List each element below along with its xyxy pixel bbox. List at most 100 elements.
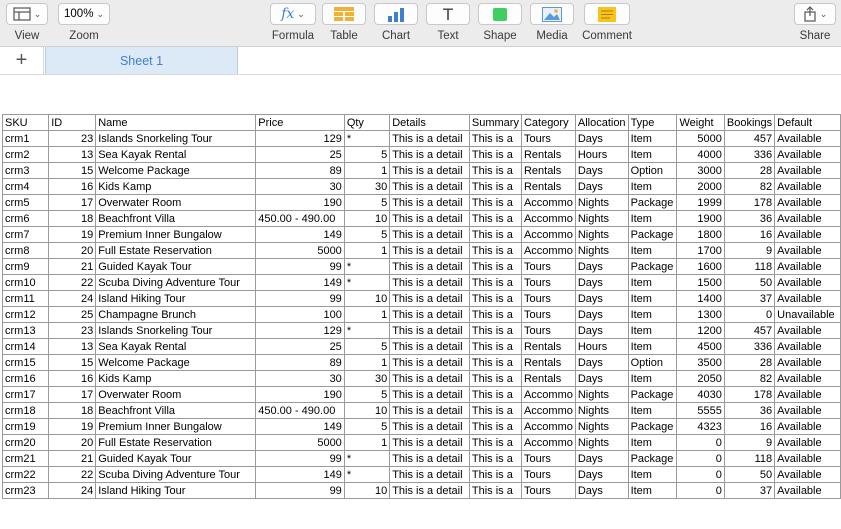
column-header-name[interactable]: Name bbox=[95, 114, 257, 131]
cell-type[interactable]: Item bbox=[627, 178, 678, 195]
cell-price[interactable]: 149 bbox=[255, 466, 345, 483]
cell-name[interactable]: Islands Snorkeling Tour bbox=[95, 322, 257, 339]
cell-sku[interactable]: crm13 bbox=[1, 322, 50, 339]
cell-details[interactable]: This is a detail bbox=[389, 274, 470, 291]
cell-bookings[interactable]: 118 bbox=[723, 450, 776, 467]
cell-price[interactable]: 5000 bbox=[255, 242, 345, 259]
cell-name[interactable]: Scuba Diving Adventure Tour bbox=[95, 466, 257, 483]
cell-id[interactable]: 16 bbox=[48, 178, 97, 195]
cell-weight[interactable]: 1800 bbox=[676, 226, 725, 243]
column-header-allocation[interactable]: Allocation bbox=[574, 114, 629, 131]
cell-weight[interactable]: 4500 bbox=[676, 338, 725, 355]
cell-category[interactable]: Accommo bbox=[520, 402, 576, 419]
cell-price[interactable]: 25 bbox=[255, 146, 345, 163]
cell-name[interactable]: Island Hiking Tour bbox=[95, 290, 257, 307]
cell-allocation[interactable]: Nights bbox=[574, 402, 629, 419]
cell-default[interactable]: Available bbox=[774, 418, 841, 435]
cell-summary[interactable]: This is a bbox=[468, 418, 522, 435]
cell-weight[interactable]: 0 bbox=[676, 466, 725, 483]
cell-category[interactable]: Accommo bbox=[520, 242, 576, 259]
cell-type[interactable]: Item bbox=[627, 130, 678, 147]
cell-bookings[interactable]: 16 bbox=[723, 226, 776, 243]
cell-default[interactable]: Available bbox=[774, 354, 841, 371]
cell-details[interactable]: This is a detail bbox=[389, 242, 470, 259]
add-sheet-button[interactable]: + bbox=[0, 47, 44, 74]
cell-name[interactable]: Island Hiking Tour bbox=[95, 482, 257, 499]
cell-summary[interactable]: This is a bbox=[468, 450, 522, 467]
cell-name[interactable]: Guided Kayak Tour bbox=[95, 450, 257, 467]
cell-name[interactable]: Full Estate Reservation bbox=[95, 242, 257, 259]
cell-name[interactable]: Premium Inner Bungalow bbox=[95, 418, 257, 435]
cell-type[interactable]: Package bbox=[627, 418, 678, 435]
cell-sku[interactable]: crm12 bbox=[1, 306, 50, 323]
cell-name[interactable]: Islands Snorkeling Tour bbox=[95, 130, 257, 147]
cell-summary[interactable]: This is a bbox=[468, 274, 522, 291]
cell-allocation[interactable]: Days bbox=[574, 322, 629, 339]
cell-allocation[interactable]: Hours bbox=[574, 338, 629, 355]
cell-weight[interactable]: 1500 bbox=[676, 274, 725, 291]
table-button[interactable] bbox=[322, 3, 366, 25]
cell-sku[interactable]: crm3 bbox=[1, 162, 50, 179]
cell-summary[interactable]: This is a bbox=[468, 466, 522, 483]
cell-summary[interactable]: This is a bbox=[468, 386, 522, 403]
cell-weight[interactable]: 5000 bbox=[676, 130, 725, 147]
cell-summary[interactable]: This is a bbox=[468, 338, 522, 355]
cell-qty[interactable]: 5 bbox=[343, 386, 391, 403]
cell-sku[interactable]: crm7 bbox=[1, 226, 50, 243]
cell-category[interactable]: Accommo bbox=[520, 194, 576, 211]
cell-sku[interactable]: crm10 bbox=[1, 274, 50, 291]
cell-details[interactable]: This is a detail bbox=[389, 450, 470, 467]
cell-details[interactable]: This is a detail bbox=[389, 482, 470, 499]
cell-details[interactable]: This is a detail bbox=[389, 306, 470, 323]
cell-name[interactable]: Full Estate Reservation bbox=[95, 434, 257, 451]
cell-summary[interactable]: This is a bbox=[468, 210, 522, 227]
cell-id[interactable]: 22 bbox=[48, 466, 97, 483]
cell-qty[interactable]: * bbox=[343, 274, 391, 291]
cell-price[interactable]: 25 bbox=[255, 338, 345, 355]
cell-qty[interactable]: * bbox=[343, 322, 391, 339]
cell-price[interactable]: 129 bbox=[255, 130, 345, 147]
cell-category[interactable]: Tours bbox=[520, 322, 576, 339]
cell-sku[interactable]: crm8 bbox=[1, 242, 50, 259]
cell-sku[interactable]: crm21 bbox=[1, 450, 50, 467]
cell-bookings[interactable]: 457 bbox=[723, 322, 776, 339]
cell-allocation[interactable]: Days bbox=[574, 162, 629, 179]
cell-weight[interactable]: 4000 bbox=[676, 146, 725, 163]
cell-price[interactable]: 450.00 - 490.00 bbox=[255, 402, 345, 419]
cell-sku[interactable]: crm20 bbox=[1, 434, 50, 451]
cell-summary[interactable]: This is a bbox=[468, 434, 522, 451]
cell-bookings[interactable]: 9 bbox=[723, 242, 776, 259]
cell-bookings[interactable]: 0 bbox=[723, 306, 776, 323]
cell-price[interactable]: 149 bbox=[255, 226, 345, 243]
cell-details[interactable]: This is a detail bbox=[389, 370, 470, 387]
cell-category[interactable]: Tours bbox=[520, 130, 576, 147]
cell-default[interactable]: Available bbox=[774, 338, 841, 355]
cell-allocation[interactable]: Days bbox=[574, 130, 629, 147]
cell-bookings[interactable]: 28 bbox=[723, 354, 776, 371]
chart-button[interactable] bbox=[374, 3, 418, 25]
cell-details[interactable]: This is a detail bbox=[389, 402, 470, 419]
cell-summary[interactable]: This is a bbox=[468, 146, 522, 163]
cell-qty[interactable]: 5 bbox=[343, 338, 391, 355]
cell-id[interactable]: 15 bbox=[48, 162, 97, 179]
cell-default[interactable]: Available bbox=[774, 386, 841, 403]
cell-summary[interactable]: This is a bbox=[468, 402, 522, 419]
cell-sku[interactable]: crm22 bbox=[1, 466, 50, 483]
cell-qty[interactable]: 10 bbox=[343, 482, 391, 499]
cell-category[interactable]: Accommo bbox=[520, 434, 576, 451]
cell-qty[interactable]: * bbox=[343, 466, 391, 483]
cell-id[interactable]: 21 bbox=[48, 450, 97, 467]
cell-sku[interactable]: crm5 bbox=[1, 194, 50, 211]
cell-default[interactable]: Available bbox=[774, 130, 841, 147]
cell-details[interactable]: This is a detail bbox=[389, 354, 470, 371]
cell-id[interactable]: 17 bbox=[48, 386, 97, 403]
cell-sku[interactable]: crm18 bbox=[1, 402, 50, 419]
cell-id[interactable]: 21 bbox=[48, 258, 97, 275]
cell-details[interactable]: This is a detail bbox=[389, 386, 470, 403]
cell-category[interactable]: Tours bbox=[520, 274, 576, 291]
cell-type[interactable]: Package bbox=[627, 194, 678, 211]
cell-category[interactable]: Tours bbox=[520, 466, 576, 483]
cell-category[interactable]: Rentals bbox=[520, 370, 576, 387]
cell-type[interactable]: Item bbox=[627, 290, 678, 307]
cell-qty[interactable]: 10 bbox=[343, 402, 391, 419]
